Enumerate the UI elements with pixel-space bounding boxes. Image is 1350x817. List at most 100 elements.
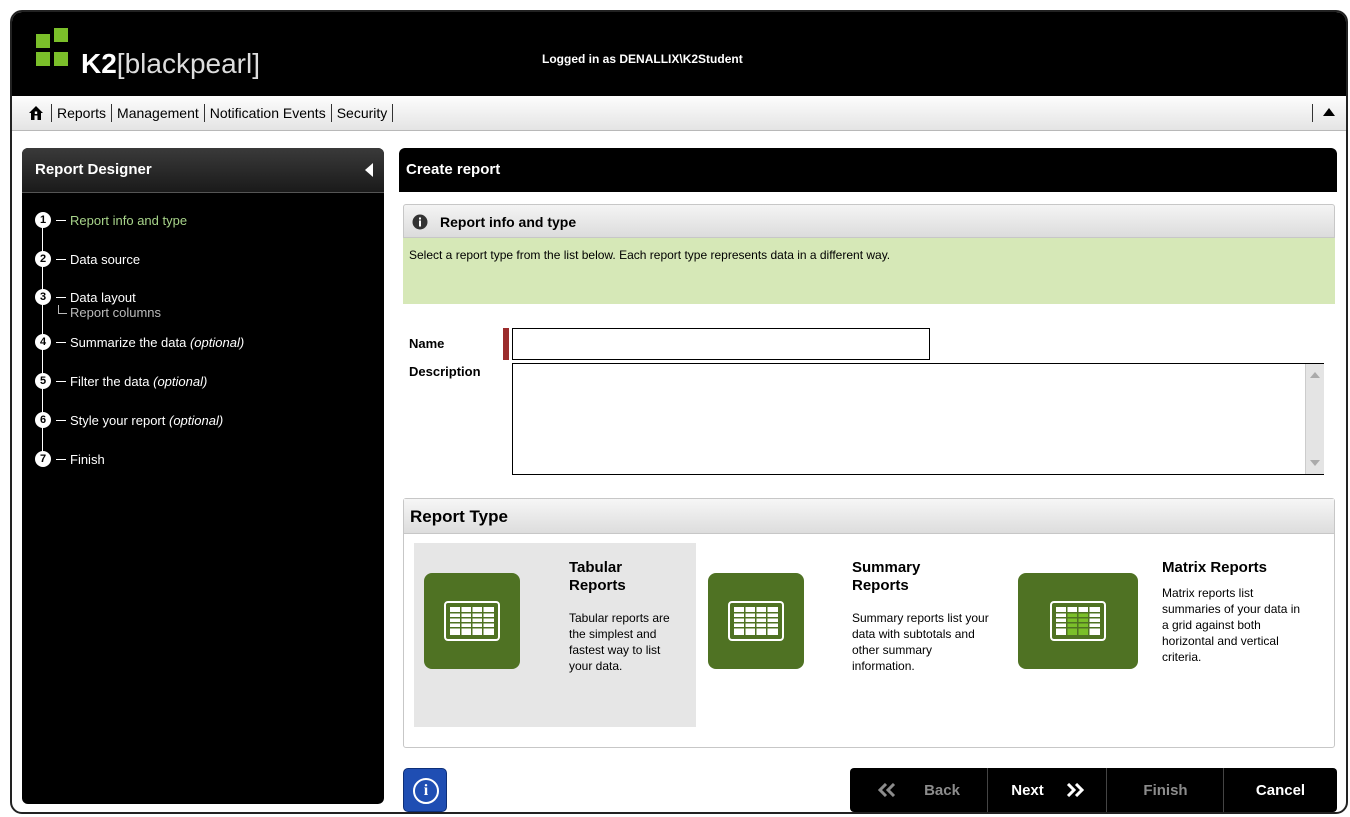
cancel-label: Cancel (1255, 781, 1306, 799)
step-dash (56, 380, 66, 382)
report-type-description: Matrix reports list summaries of your da… (1162, 586, 1301, 664)
report-designer-header: Report Designer (22, 148, 384, 193)
report-type-title: Matrix Reports (1162, 559, 1268, 576)
substep-report-columns[interactable]: Report columns (58, 305, 161, 320)
grid-glyph (1050, 601, 1106, 641)
step-label-text: Filter the data (70, 373, 150, 389)
logo-square (36, 52, 50, 66)
step-dash (56, 219, 66, 221)
step-dash (56, 341, 66, 343)
step-number: 6 (35, 412, 51, 428)
grid-glyph (728, 601, 784, 641)
logged-in-user: DENALLIX\K2Student (619, 52, 743, 66)
scroll-down-icon[interactable] (1310, 460, 1320, 466)
grid-glyph (444, 601, 500, 641)
report-type-section: Report Type Tabular Reports Tabular repo… (403, 498, 1335, 748)
next-label: Next (1011, 781, 1044, 799)
report-type-matrix[interactable]: Matrix Reports Matrix reports list summa… (1016, 543, 1332, 727)
create-report-title: Create report (406, 161, 501, 178)
report-type-title: Tabular Reports (569, 559, 626, 594)
nav-separator (330, 104, 332, 122)
nav-item-notification-events[interactable]: Notification Events (210, 105, 326, 121)
table-grid-icon (424, 573, 520, 669)
report-type-title: Summary Reports (852, 559, 921, 594)
app-window: K2[blackpearl] Logged in as DENALLIX\K2S… (10, 10, 1348, 814)
step-summarize[interactable]: 4 Summarize the data (optional) (35, 332, 244, 352)
report-type-description: Summary reports list your data with subt… (852, 611, 989, 673)
back-button[interactable]: Back (850, 768, 988, 812)
finish-label: Finish (1143, 781, 1188, 799)
double-chevron-left-icon (878, 783, 896, 797)
step-data-source[interactable]: 2 Data source (35, 249, 140, 269)
report-designer-panel: Report Designer 1 Report info and type 2… (22, 148, 384, 804)
create-report-panel: Create report Report info and type Selec… (399, 148, 1337, 812)
section-header: Report info and type (403, 204, 1335, 238)
triangle-up-icon (1323, 108, 1335, 116)
step-label-text: Style your report (70, 412, 166, 428)
step-label: Style your report (optional) (70, 413, 223, 428)
info-icon: i (413, 778, 439, 804)
instruction-text: Select a report type from the list below… (409, 248, 891, 262)
nav-bar: Reports Management Notification Events S… (12, 96, 1346, 131)
description-label: Description (409, 364, 481, 379)
nav-separator (51, 104, 52, 122)
step-number: 2 (35, 251, 51, 267)
info-button[interactable]: i (403, 768, 447, 812)
create-report-header: Create report (399, 148, 1337, 192)
table-grid-icon (708, 573, 804, 669)
name-field[interactable] (512, 328, 930, 360)
logo-text: K2[blackpearl] (81, 48, 260, 80)
nav-separator (392, 104, 394, 122)
matrix-grid-icon (1018, 573, 1138, 669)
step-optional: (optional) (189, 334, 245, 350)
step-optional: (optional) (169, 412, 224, 428)
description-scrollbar[interactable] (1305, 364, 1324, 474)
nav-separator (111, 104, 113, 122)
step-report-info[interactable]: 1 Report info and type (35, 210, 187, 230)
substep-label: Report columns (70, 305, 162, 320)
back-label: Back (924, 781, 960, 799)
wizard-button-bar: Back Next Finish Cancel (850, 768, 1337, 812)
logo-square (54, 52, 68, 66)
step-label-text: Data layout (70, 289, 136, 305)
info-circle-icon (412, 214, 428, 230)
substep-connector (58, 305, 67, 314)
nav-separator (203, 104, 205, 122)
step-filter[interactable]: 5 Filter the data (optional) (35, 371, 207, 391)
next-button[interactable]: Next (988, 768, 1107, 812)
step-label: Filter the data (optional) (70, 374, 207, 389)
step-label: Finish (70, 452, 105, 467)
logged-in-status: Logged in as DENALLIX\K2Student (542, 52, 743, 66)
wizard-footer: i Back Next Finish Cancel (403, 768, 1337, 812)
nav-collapse-button[interactable] (1312, 96, 1346, 130)
report-type-summary[interactable]: Summary Reports Summary reports list you… (704, 543, 1004, 727)
name-label: Name (409, 336, 445, 351)
double-chevron-right-icon (1066, 783, 1084, 797)
step-finish[interactable]: 7 Finish (35, 449, 105, 469)
step-label-text: Data source (70, 251, 141, 267)
nav-item-security[interactable]: Security (337, 105, 388, 121)
logo-brand-light: [blackpearl] (116, 48, 260, 79)
logo-square (36, 34, 50, 48)
finish-button[interactable]: Finish (1107, 768, 1224, 812)
step-number: 3 (35, 289, 51, 305)
step-style[interactable]: 6 Style your report (optional) (35, 410, 223, 430)
scroll-up-icon[interactable] (1310, 372, 1320, 378)
step-number: 7 (35, 451, 51, 467)
logged-in-prefix: Logged in as (542, 52, 617, 66)
step-dash (56, 458, 66, 460)
description-field[interactable] (512, 363, 1324, 475)
report-type-tabular[interactable]: Tabular Reports Tabular reports are the … (414, 543, 696, 727)
required-marker (503, 328, 509, 360)
nav-item-reports[interactable]: Reports (57, 105, 106, 121)
triangle-left-icon[interactable] (364, 162, 374, 178)
nav-item-management[interactable]: Management (117, 105, 199, 121)
step-label-text: Finish (70, 451, 105, 467)
logo-brand-bold: K2 (81, 48, 117, 79)
home-icon[interactable] (28, 105, 44, 121)
step-number: 4 (35, 334, 51, 350)
step-label: Report info and type (70, 213, 187, 228)
step-data-layout[interactable]: 3 Data layout (35, 287, 136, 307)
nav-menu: Reports Management Notification Events S… (46, 96, 398, 130)
cancel-button[interactable]: Cancel (1224, 768, 1337, 812)
